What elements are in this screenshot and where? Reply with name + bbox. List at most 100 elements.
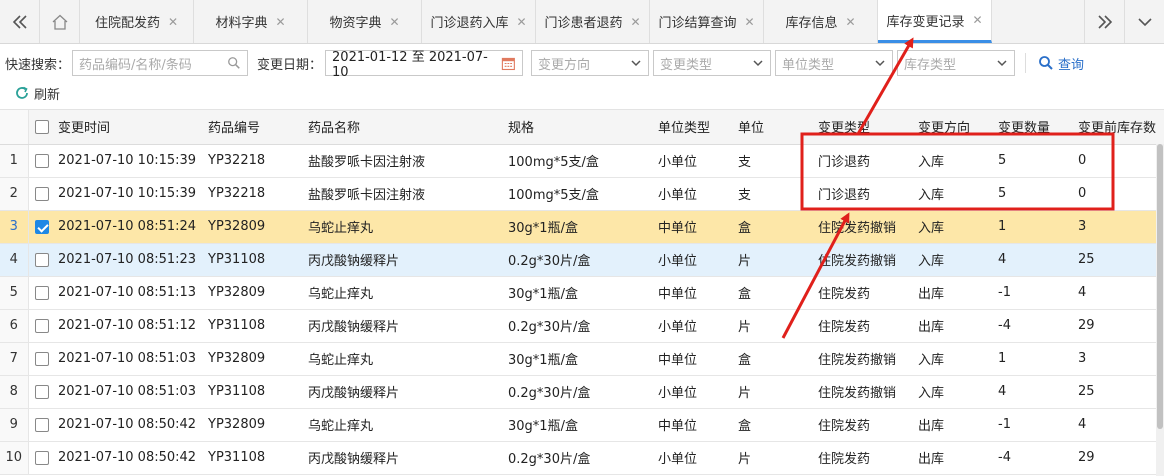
tab-material-dictionary[interactable]: 材料字典 ✕ [194,0,308,43]
row-number: 8 [0,375,29,409]
cell-spec: 0.2g*30片/盒 [502,309,652,343]
select-all-checkbox[interactable] [28,110,52,145]
row-number-header [0,110,29,145]
table-row[interactable]: 2 2021-07-10 10:15:39 YP32218 盐酸罗哌卡因注射液 100m… [0,177,1164,211]
row-checkbox-cell[interactable] [28,309,52,343]
tab-inpatient-dispense[interactable]: 住院配发药 ✕ [80,0,194,43]
tab-stock-change-log[interactable]: 库存变更记录 ✕ [878,0,992,43]
row-checkbox[interactable] [34,351,49,366]
close-icon[interactable]: ✕ [744,15,754,29]
column-header[interactable]: 单位类型 [652,110,732,145]
table-row[interactable]: 10 2021-07-10 08:50:42 YP31108 丙戊酸钠缓释片 0.2g*… [0,441,1164,475]
table-row[interactable]: 9 2021-07-10 08:50:42 YP32809 乌蛇止痒丸 30g*1瓶/盒… [0,408,1164,442]
table-row[interactable]: 6 2021-07-10 08:51:12 YP31108 丙戊酸钠缓释片 0.2g*3… [0,309,1164,343]
column-header[interactable]: 单位 [732,110,812,145]
checkbox[interactable] [34,119,49,134]
row-checkbox-cell[interactable] [28,375,52,409]
home-tab[interactable] [40,0,80,43]
refresh-button[interactable]: 刷新 [14,82,60,104]
change-direction-select[interactable]: 变更方向 [531,50,650,76]
change-direction-placeholder: 变更方向 [538,57,591,73]
refresh-icon [16,86,28,99]
cell-utype: 中单位 [652,408,732,442]
close-icon[interactable]: ✕ [630,15,640,29]
cell-dir: 入库 [912,210,992,244]
tab-label: 住院配发药 [94,16,160,31]
cell-unit: 支 [732,177,812,211]
vertical-scrollbar[interactable] [1156,144,1164,476]
row-checkbox[interactable] [34,384,49,399]
close-icon[interactable]: ✕ [275,15,285,29]
column-header[interactable]: 变更时间 [52,110,202,145]
cell-code: YP31108 [202,441,302,475]
close-icon[interactable]: ✕ [972,13,982,27]
change-type-placeholder: 变更类型 [660,57,713,73]
scroll-tabs-right-button[interactable] [1084,0,1124,43]
quick-search-input[interactable]: 药品编码/名称/条码 [72,50,249,76]
close-icon[interactable]: ✕ [516,15,526,29]
cell-before: 25 [1072,243,1164,277]
cell-unit: 片 [732,243,812,277]
stock-type-select[interactable]: 库存类型 [897,50,1016,76]
row-number: 3 [0,210,29,244]
cell-time: 2021-07-10 08:51:12 [52,309,202,343]
cell-utype: 小单位 [652,144,732,178]
table-row[interactable]: 1 2021-07-10 10:15:39 YP32218 盐酸罗哌卡因注射液 100m… [0,144,1164,178]
row-checkbox-cell[interactable] [28,177,52,211]
table-body: 1 2021-07-10 10:15:39 YP32218 盐酸罗哌卡因注射液 100m… [0,144,1164,475]
tab-outpatient-settlement-query[interactable]: 门诊结算查询 ✕ [650,0,764,43]
row-checkbox[interactable] [34,318,49,333]
column-header[interactable]: 药品编号 [202,110,302,145]
column-header[interactable]: 变更前库存数 [1072,110,1164,145]
column-header[interactable]: 规格 [502,110,652,145]
row-checkbox-cell[interactable] [28,342,52,376]
row-checkbox-cell[interactable] [28,144,52,178]
cell-before: 4 [1072,276,1164,310]
cell-qty: -1 [992,408,1072,442]
tab-outpatient-patient-return[interactable]: 门诊患者退药 ✕ [536,0,650,43]
column-header[interactable]: 变更类型 [812,110,912,145]
double-chevron-right-icon [1097,14,1112,29]
scroll-tabs-left-button[interactable] [0,0,40,43]
date-range-input[interactable]: 2021-01-12 至 2021-07-10 [325,50,524,80]
row-checkbox[interactable] [34,285,49,300]
row-checkbox-cell[interactable] [28,243,52,277]
row-checkbox[interactable] [34,186,49,201]
row-checkbox[interactable] [34,153,49,168]
change-type-select[interactable]: 变更类型 [653,50,772,76]
row-number: 6 [0,309,29,343]
tab-outpatient-return-stock-in[interactable]: 门诊退药入库 ✕ [422,0,536,43]
row-checkbox-cell[interactable] [28,210,52,244]
close-icon[interactable]: ✕ [168,15,178,29]
cell-spec: 0.2g*30片/盒 [502,375,652,409]
tab-stock-info[interactable]: 库存信息 ✕ [764,0,878,43]
table-row[interactable]: 4 2021-07-10 08:51:23 YP31108 丙戊酸钠缓释片 0.2g*3… [0,243,1164,277]
tab-label: 库存信息 [785,16,838,31]
stock-type-placeholder: 库存类型 [904,57,957,73]
column-header[interactable]: 变更数量 [992,110,1072,145]
close-icon[interactable]: ✕ [845,15,855,29]
row-checkbox-cell[interactable] [28,408,52,442]
table-row[interactable]: 5 2021-07-10 08:51:13 YP32809 乌蛇止痒丸 30g*1瓶/盒… [0,276,1164,310]
row-checkbox[interactable] [34,219,49,234]
unit-type-select[interactable]: 单位类型 [775,50,894,76]
close-icon[interactable]: ✕ [389,15,399,29]
cell-before: 0 [1072,144,1164,178]
tab-menu-button[interactable] [1124,0,1164,43]
table-row[interactable]: 8 2021-07-10 08:51:03 YP31108 丙戊酸钠缓释片 0.2g*3… [0,375,1164,409]
row-checkbox-cell[interactable] [28,276,52,310]
column-header[interactable]: 药品名称 [302,110,502,145]
table-row[interactable]: 3 2021-07-10 08:51:24 YP32809 乌蛇止痒丸 30g*1瓶/盒… [0,210,1164,244]
table-row[interactable]: 7 2021-07-10 08:51:03 YP32809 乌蛇止痒丸 30g*1瓶/盒… [0,342,1164,376]
scrollbar-thumb[interactable] [1157,144,1163,429]
row-checkbox[interactable] [34,450,49,465]
query-button[interactable]: 查询 [1038,54,1084,73]
row-checkbox[interactable] [34,417,49,432]
row-checkbox-cell[interactable] [28,441,52,475]
tab-supplies-dictionary[interactable]: 物资字典 ✕ [308,0,422,43]
cell-spec: 30g*1瓶/盒 [502,210,652,244]
row-checkbox[interactable] [34,252,49,267]
cell-utype: 小单位 [652,375,732,409]
column-header[interactable]: 变更方向 [912,110,992,145]
cell-time: 2021-07-10 10:15:39 [52,144,202,178]
